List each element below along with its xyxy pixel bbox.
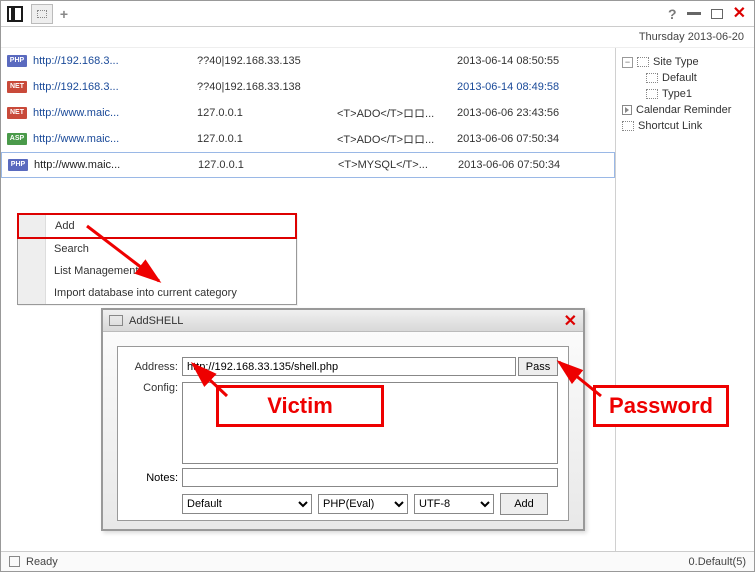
- type-select[interactable]: PHP(Eval): [318, 494, 408, 514]
- cell-url: http://192.168.3...: [33, 55, 139, 67]
- new-tab-button[interactable]: +: [55, 5, 73, 23]
- app-icon: [7, 6, 23, 22]
- top-toolbar: + ? ✕: [1, 1, 754, 27]
- tree-item-default[interactable]: Default: [620, 70, 750, 86]
- tab-strip: +: [5, 4, 73, 24]
- type-badge: PHP: [7, 55, 27, 67]
- type-badge: PHP: [8, 159, 28, 171]
- cell-meta: <T>ADO</T>ロロ...: [337, 131, 457, 147]
- type-badge: ASP: [7, 133, 27, 145]
- type-badge: NET: [7, 107, 27, 119]
- cell-ip: 127.0.0.1: [197, 107, 337, 119]
- window-icon: [109, 315, 123, 326]
- cell-meta: <T>MYSQL</T>...: [338, 159, 458, 171]
- table-row[interactable]: NET http://www.maic... 127.0.0.1 <T>ADO<…: [1, 100, 615, 126]
- cell-url: http://www.maic...: [34, 159, 140, 171]
- category-select[interactable]: Default: [182, 494, 312, 514]
- cell-ip: 127.0.0.1: [197, 133, 337, 145]
- pass-button[interactable]: Pass: [518, 357, 558, 376]
- type-badge: NET: [7, 81, 27, 93]
- tree-label: Type1: [662, 88, 692, 100]
- side-tree-pane: − Site Type Default Type1 Calendar Remin…: [616, 48, 754, 552]
- cell-time: 2013-06-14 08:49:58: [457, 81, 597, 93]
- cell-meta: <T>ADO</T>ロロ...: [337, 105, 457, 121]
- table-row[interactable]: PHP http://www.maic... 127.0.0.1 <T>MYSQ…: [1, 152, 615, 178]
- maximize-button[interactable]: [711, 9, 723, 19]
- table-row[interactable]: ASP http://www.maic... 127.0.0.1 <T>ADO<…: [1, 126, 615, 152]
- context-menu: Add Search List Management Import databa…: [17, 213, 297, 305]
- table-row[interactable]: NET http://192.168.3... ??40|192.168.33.…: [1, 74, 615, 100]
- close-button[interactable]: ✕: [733, 6, 746, 22]
- annotation-password: Password: [593, 385, 729, 427]
- notes-input[interactable]: [182, 468, 558, 487]
- cell-time: 2013-06-14 08:50:55: [457, 55, 597, 67]
- address-label: Address:: [128, 361, 178, 373]
- cell-time: 2013-06-06 23:43:56: [457, 107, 597, 119]
- tree-label: Site Type: [653, 56, 699, 68]
- minimize-button[interactable]: [687, 12, 701, 15]
- play-icon: [622, 105, 632, 115]
- cell-url: http://192.168.3...: [33, 81, 139, 93]
- tree-item-calendar[interactable]: Calendar Reminder: [620, 102, 750, 118]
- ctx-item-import-database[interactable]: Import database into current category: [18, 282, 296, 304]
- window-title: AddSHELL: [129, 315, 183, 327]
- cell-url: http://www.maic...: [33, 107, 139, 119]
- help-icon[interactable]: ?: [668, 6, 677, 22]
- tab-home[interactable]: [31, 4, 53, 24]
- add-button[interactable]: Add: [500, 493, 548, 515]
- ctx-item-search[interactable]: Search: [18, 238, 296, 260]
- ctx-item-add[interactable]: Add: [17, 213, 297, 239]
- config-label: Config:: [128, 382, 178, 464]
- tree-label: Shortcut Link: [638, 120, 702, 132]
- status-checkbox[interactable]: [9, 556, 20, 567]
- ctx-item-list-management[interactable]: List Management: [18, 260, 296, 282]
- cell-ip: ??40|192.168.33.138: [197, 81, 337, 93]
- tree-label: Default: [662, 72, 697, 84]
- status-text: Ready: [26, 556, 58, 568]
- tree-item-shortcut[interactable]: Shortcut Link: [620, 118, 750, 134]
- folder-icon: [646, 73, 658, 83]
- link-icon: [622, 121, 634, 131]
- tree-item-type1[interactable]: Type1: [620, 86, 750, 102]
- status-bar: Ready 0.Default(5): [1, 551, 754, 571]
- tree-root-site-type[interactable]: − Site Type: [620, 54, 750, 70]
- cell-time: 2013-06-06 07:50:34: [457, 133, 597, 145]
- encoding-select[interactable]: UTF-8: [414, 494, 494, 514]
- cell-url: http://www.maic...: [33, 133, 139, 145]
- table-row[interactable]: PHP http://192.168.3... ??40|192.168.33.…: [1, 48, 615, 74]
- tab-thumb-icon: [37, 10, 47, 18]
- addshell-titlebar[interactable]: AddSHELL ✕: [103, 310, 583, 332]
- tree-label: Calendar Reminder: [636, 104, 731, 116]
- tree-expander-icon[interactable]: −: [622, 57, 633, 68]
- folder-icon: [637, 57, 649, 67]
- folder-icon: [646, 89, 658, 99]
- status-right: 0.Default(5): [689, 556, 746, 568]
- window-close-button[interactable]: ✕: [564, 311, 577, 331]
- date-header: Thursday 2013-06-20: [1, 27, 754, 48]
- address-input[interactable]: [182, 357, 516, 376]
- notes-label: Notes:: [128, 472, 178, 484]
- annotation-victim: Victim: [216, 385, 384, 427]
- cell-time: 2013-06-06 07:50:34: [458, 159, 598, 171]
- cell-ip: 127.0.0.1: [198, 159, 338, 171]
- cell-ip: ??40|192.168.33.135: [197, 55, 337, 67]
